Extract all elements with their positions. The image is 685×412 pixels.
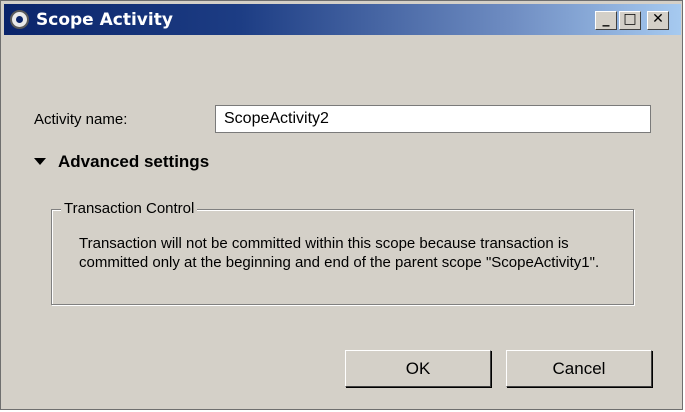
- caret-down-icon[interactable]: [34, 158, 46, 165]
- app-gear-icon: [10, 10, 29, 29]
- activity-name-input[interactable]: [215, 105, 651, 133]
- ok-button[interactable]: OK: [345, 350, 491, 387]
- maximize-button[interactable]: □: [619, 11, 641, 30]
- minimize-button[interactable]: _: [595, 11, 617, 30]
- close-button[interactable]: ✕: [647, 11, 669, 30]
- transaction-control-title: Transaction Control: [61, 200, 198, 217]
- activity-name-label: Activity name:: [34, 111, 128, 128]
- transaction-message: Transaction will not be committed within…: [79, 235, 600, 271]
- window-title: Scope Activity: [36, 10, 173, 30]
- title-bar[interactable]: Scope Activity _ □ ✕: [4, 4, 681, 35]
- scope-activity-dialog: Scope Activity _ □ ✕ Activity name: Adva…: [0, 0, 683, 410]
- advanced-settings-label[interactable]: Advanced settings: [58, 152, 209, 172]
- cancel-button[interactable]: Cancel: [506, 350, 652, 387]
